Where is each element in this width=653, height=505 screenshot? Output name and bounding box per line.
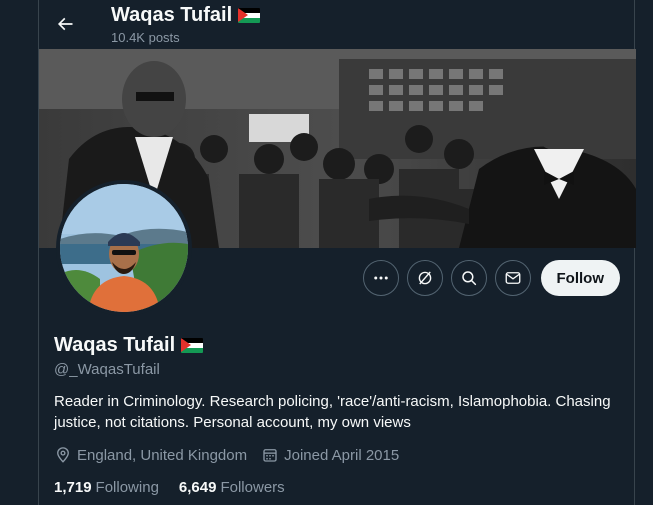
search-button[interactable]: [450, 260, 487, 296]
palestine-flag-icon: [238, 8, 261, 23]
avatar-photo: [60, 184, 188, 312]
followers-link[interactable]: 6,649 Followers: [179, 479, 285, 496]
location-icon: [57, 447, 69, 463]
joined-item: Joined April 2015: [261, 446, 399, 464]
profile-name: Waqas Tufail: [54, 334, 176, 356]
profile-name-row: Waqas Tufail: [54, 334, 204, 357]
header-title: Waqas Tufail: [111, 4, 233, 26]
followers-label: Followers: [220, 479, 285, 496]
calendar-icon: [263, 449, 277, 462]
posts-count: 10.4K posts: [111, 30, 180, 45]
location-item: England, United Kingdom: [54, 446, 247, 464]
message-button[interactable]: [494, 260, 531, 296]
search-icon: [461, 271, 476, 286]
profile-handle: @_WaqasTufail: [54, 361, 160, 378]
profile-meta: England, United Kingdom Joined April 201…: [54, 446, 399, 464]
following-label: Following: [95, 479, 159, 496]
more-button[interactable]: [362, 260, 399, 296]
joined-text: Joined April 2015: [284, 446, 400, 464]
grok-icon: [418, 271, 431, 285]
location-text: England, United Kingdom: [77, 446, 248, 464]
back-button[interactable]: [49, 8, 81, 40]
followers-count: 6,649: [178, 479, 217, 496]
profile-avatar[interactable]: [56, 180, 192, 316]
arrow-left-icon: [57, 17, 73, 31]
following-link[interactable]: 1,719 Following: [54, 479, 159, 496]
profile-column: Waqas Tufail 10.4K posts Follow Waqas Tu…: [38, 0, 636, 505]
follow-button[interactable]: Follow: [540, 260, 620, 296]
profile-stats: 1,719 Following 6,649 Followers: [54, 479, 285, 496]
palestine-flag-icon: [181, 338, 204, 353]
following-count: 1,719: [54, 479, 92, 496]
profile-actions: Follow: [362, 260, 620, 296]
header-title-row: Waqas Tufail: [111, 4, 261, 27]
mail-icon: [505, 272, 520, 284]
more-icon: [373, 276, 388, 280]
profile-topbar: Waqas Tufail 10.4K posts: [39, 0, 634, 49]
profile-bio: Reader in Criminology. Research policing…: [54, 393, 611, 431]
grok-button[interactable]: [406, 260, 443, 296]
